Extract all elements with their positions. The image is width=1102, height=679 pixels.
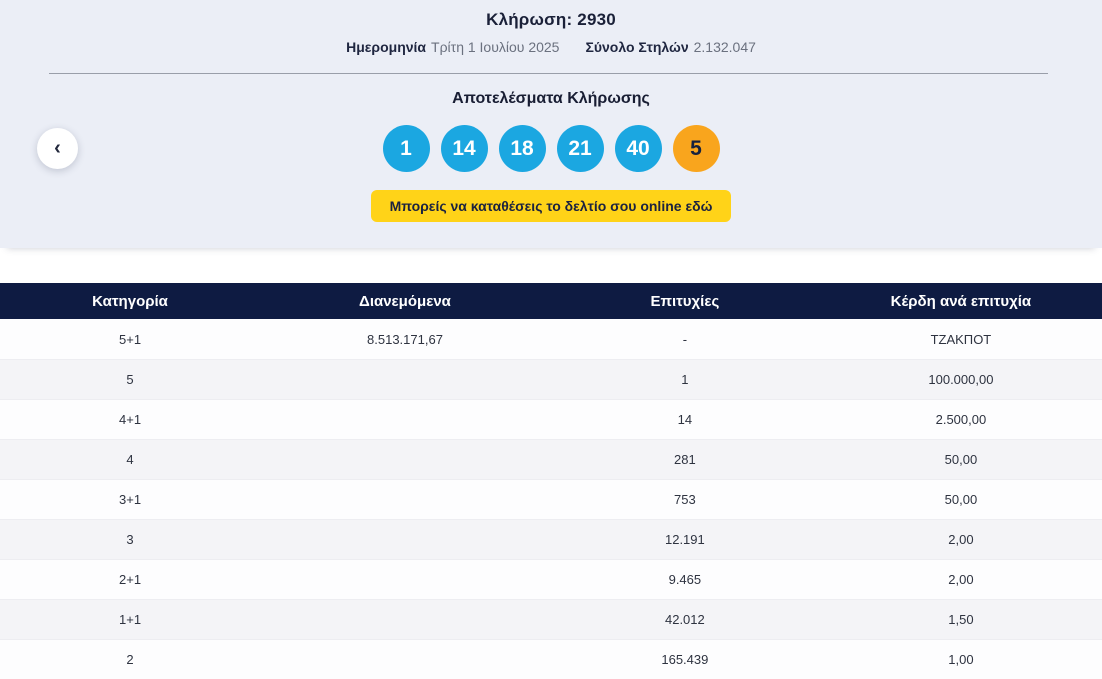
column-header: Διανεμόμενα (260, 293, 550, 310)
cell-winners: - (550, 332, 820, 347)
winning-number-ball: 14 (441, 125, 488, 172)
cell-category: 5+1 (0, 332, 260, 347)
cell-payout: ΤΖΑΚΠΟΤ (820, 332, 1102, 347)
table-row: 3 12.1912,00 (0, 519, 1102, 559)
results-section: ‹ Αποτελέσματα Κλήρωσης 1141821405 Μπορε… (0, 74, 1102, 248)
cell-winners: 12.191 (550, 532, 820, 547)
prize-table-header: ΚατηγορίαΔιανεμόμεναΕπιτυχίεςΚέρδη ανά ε… (0, 283, 1102, 319)
cell-winners: 42.012 (550, 612, 820, 627)
cell-payout: 50,00 (820, 452, 1102, 467)
cell-payout: 2.500,00 (820, 412, 1102, 427)
cell-distributed: 8.513.171,67 (260, 332, 550, 347)
cell-category: 1+1 (0, 612, 260, 627)
chevron-left-icon: ‹ (54, 138, 61, 158)
column-header: Κέρδη ανά επιτυχία (820, 293, 1102, 310)
draw-title: Κλήρωση: 2930 (0, 0, 1102, 30)
draw-date: Ημερομηνία Τρίτη 1 Ιουλίου 2025 (346, 39, 559, 55)
table-row: 2+1 9.4652,00 (0, 559, 1102, 599)
draw-date-value: Τρίτη 1 Ιουλίου 2025 (431, 39, 559, 55)
prize-table: ΚατηγορίαΔιανεμόμεναΕπιτυχίεςΚέρδη ανά ε… (0, 283, 1102, 679)
results-title: Αποτελέσματα Κλήρωσης (452, 90, 650, 108)
cell-winners: 14 (550, 412, 820, 427)
table-row: 5+18.513.171,67-ΤΖΑΚΠΟΤ (0, 319, 1102, 359)
winning-number-ball: 40 (615, 125, 662, 172)
total-columns-label: Σύνολο Στηλών (585, 39, 688, 55)
winning-numbers: 1141821405 (383, 125, 720, 172)
lottery-results-page: Κλήρωση: 2930 Ημερομηνία Τρίτη 1 Ιουλίου … (0, 0, 1102, 676)
cell-category: 3+1 (0, 492, 260, 507)
cell-category: 2 (0, 652, 260, 667)
table-row: 3+1 75350,00 (0, 479, 1102, 519)
cell-payout: 2,00 (820, 572, 1102, 587)
cell-category: 3 (0, 532, 260, 547)
draw-meta: Ημερομηνία Τρίτη 1 Ιουλίου 2025 Σύνολο Στ… (0, 39, 1102, 55)
cell-winners: 165.439 (550, 652, 820, 667)
cell-payout: 1,00 (820, 652, 1102, 667)
winning-number-ball: 1 (383, 125, 430, 172)
previous-draw-button[interactable]: ‹ (37, 128, 78, 169)
draw-date-label: Ημερομηνία (346, 39, 426, 55)
cell-payout: 50,00 (820, 492, 1102, 507)
joker-number-ball: 5 (673, 125, 720, 172)
cell-payout: 1,50 (820, 612, 1102, 627)
cell-category: 4+1 (0, 412, 260, 427)
table-row: 4 28150,00 (0, 439, 1102, 479)
prize-table-body: 5+18.513.171,67-ΤΖΑΚΠΟΤ 5 1100.000,00 4+1 14… (0, 319, 1102, 679)
table-row: 5 1100.000,00 (0, 359, 1102, 399)
cell-payout: 2,00 (820, 532, 1102, 547)
column-header: Κατηγορία (0, 293, 260, 310)
cell-category: 2+1 (0, 572, 260, 587)
total-columns-value: 2.132.047 (694, 39, 756, 55)
cell-category: 4 (0, 452, 260, 467)
cell-winners: 281 (550, 452, 820, 467)
winning-number-ball: 18 (499, 125, 546, 172)
cell-payout: 100.000,00 (820, 372, 1102, 387)
column-header: Επιτυχίες (550, 293, 820, 310)
total-columns: Σύνολο Στηλών 2.132.047 (585, 39, 755, 55)
section-gap (0, 248, 1102, 283)
cell-category: 5 (0, 372, 260, 387)
submit-ticket-online-button[interactable]: Μπορείς να καταθέσεις το δελτίο σου onli… (371, 190, 732, 222)
cell-winners: 1 (550, 372, 820, 387)
winning-number-ball: 21 (557, 125, 604, 172)
table-row: 2 165.4391,00 (0, 639, 1102, 679)
table-row: 4+1 142.500,00 (0, 399, 1102, 439)
table-row: 1+1 42.0121,50 (0, 599, 1102, 639)
draw-header: Κλήρωση: 2930 Ημερομηνία Τρίτη 1 Ιουλίου … (0, 0, 1102, 74)
cell-winners: 9.465 (550, 572, 820, 587)
cell-winners: 753 (550, 492, 820, 507)
